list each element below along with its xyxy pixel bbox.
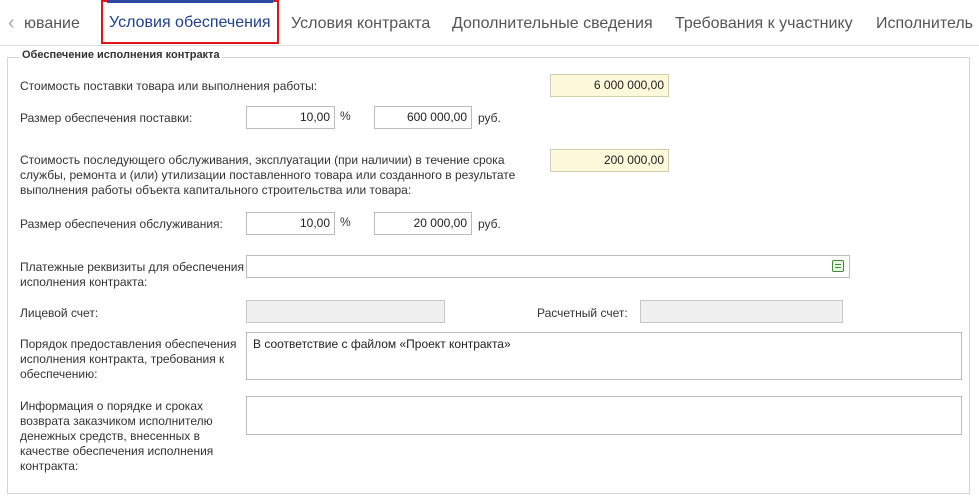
currency-unit: руб. xyxy=(478,217,501,231)
procedure-textarea[interactable]: В соответствие с файлом «Проект контракт… xyxy=(246,332,962,380)
service-cost-label: Стоимость последующего обслуживания, экс… xyxy=(20,153,516,197)
chevron-left-icon[interactable]: ‹ xyxy=(8,12,15,35)
select-details-icon[interactable] xyxy=(832,260,844,272)
refund-info-label: Информация о порядке и сроках возврата з… xyxy=(20,399,214,473)
tab-bar: ‹ ювание Условия обеспечения Условия кон… xyxy=(0,0,979,46)
payment-details-label: Платежные реквизиты для обеспечения испо… xyxy=(20,260,245,289)
tab-participant-requirements[interactable]: Требования к участнику xyxy=(675,0,853,46)
section-title: Обеспечение исполнения контракта xyxy=(20,49,222,61)
tab-additional-info[interactable]: Дополнительные сведения xyxy=(452,0,653,46)
currency-unit: руб. xyxy=(478,111,501,125)
refund-info-textarea[interactable] xyxy=(246,396,962,435)
percent-unit: % xyxy=(340,215,351,229)
service-cost-field[interactable]: 200 000,00 xyxy=(550,149,669,172)
supply-cost-label: Стоимость поставки товара или выполнения… xyxy=(20,79,318,93)
percent-unit: % xyxy=(340,109,351,123)
tab-executor[interactable]: Исполнитель xyxy=(876,0,973,46)
procedure-label: Порядок предоставления обеспечения испол… xyxy=(20,337,237,381)
supply-security-amount-field[interactable]: 600 000,00 xyxy=(374,106,472,129)
settlement-account-field[interactable] xyxy=(640,300,843,323)
personal-account-field[interactable] xyxy=(246,300,445,323)
service-security-label: Размер обеспечения обслуживания: xyxy=(20,217,223,231)
tab-contract-conditions[interactable]: Условия контракта xyxy=(291,0,430,46)
personal-account-label: Лицевой счет: xyxy=(20,306,99,320)
supply-cost-field[interactable]: 6 000 000,00 xyxy=(550,74,669,97)
service-security-percent-field[interactable]: 10,00 xyxy=(246,212,335,235)
supply-security-label: Размер обеспечения поставки: xyxy=(20,111,193,125)
tab-security-conditions[interactable]: Условия обеспечения xyxy=(101,0,279,44)
supply-security-percent-field[interactable]: 10,00 xyxy=(246,106,335,129)
payment-details-field[interactable] xyxy=(246,255,850,278)
tab-previous-partial[interactable]: ювание xyxy=(24,0,80,46)
settlement-account-label: Расчетный счет: xyxy=(537,306,628,320)
service-security-amount-field[interactable]: 20 000,00 xyxy=(374,212,472,235)
